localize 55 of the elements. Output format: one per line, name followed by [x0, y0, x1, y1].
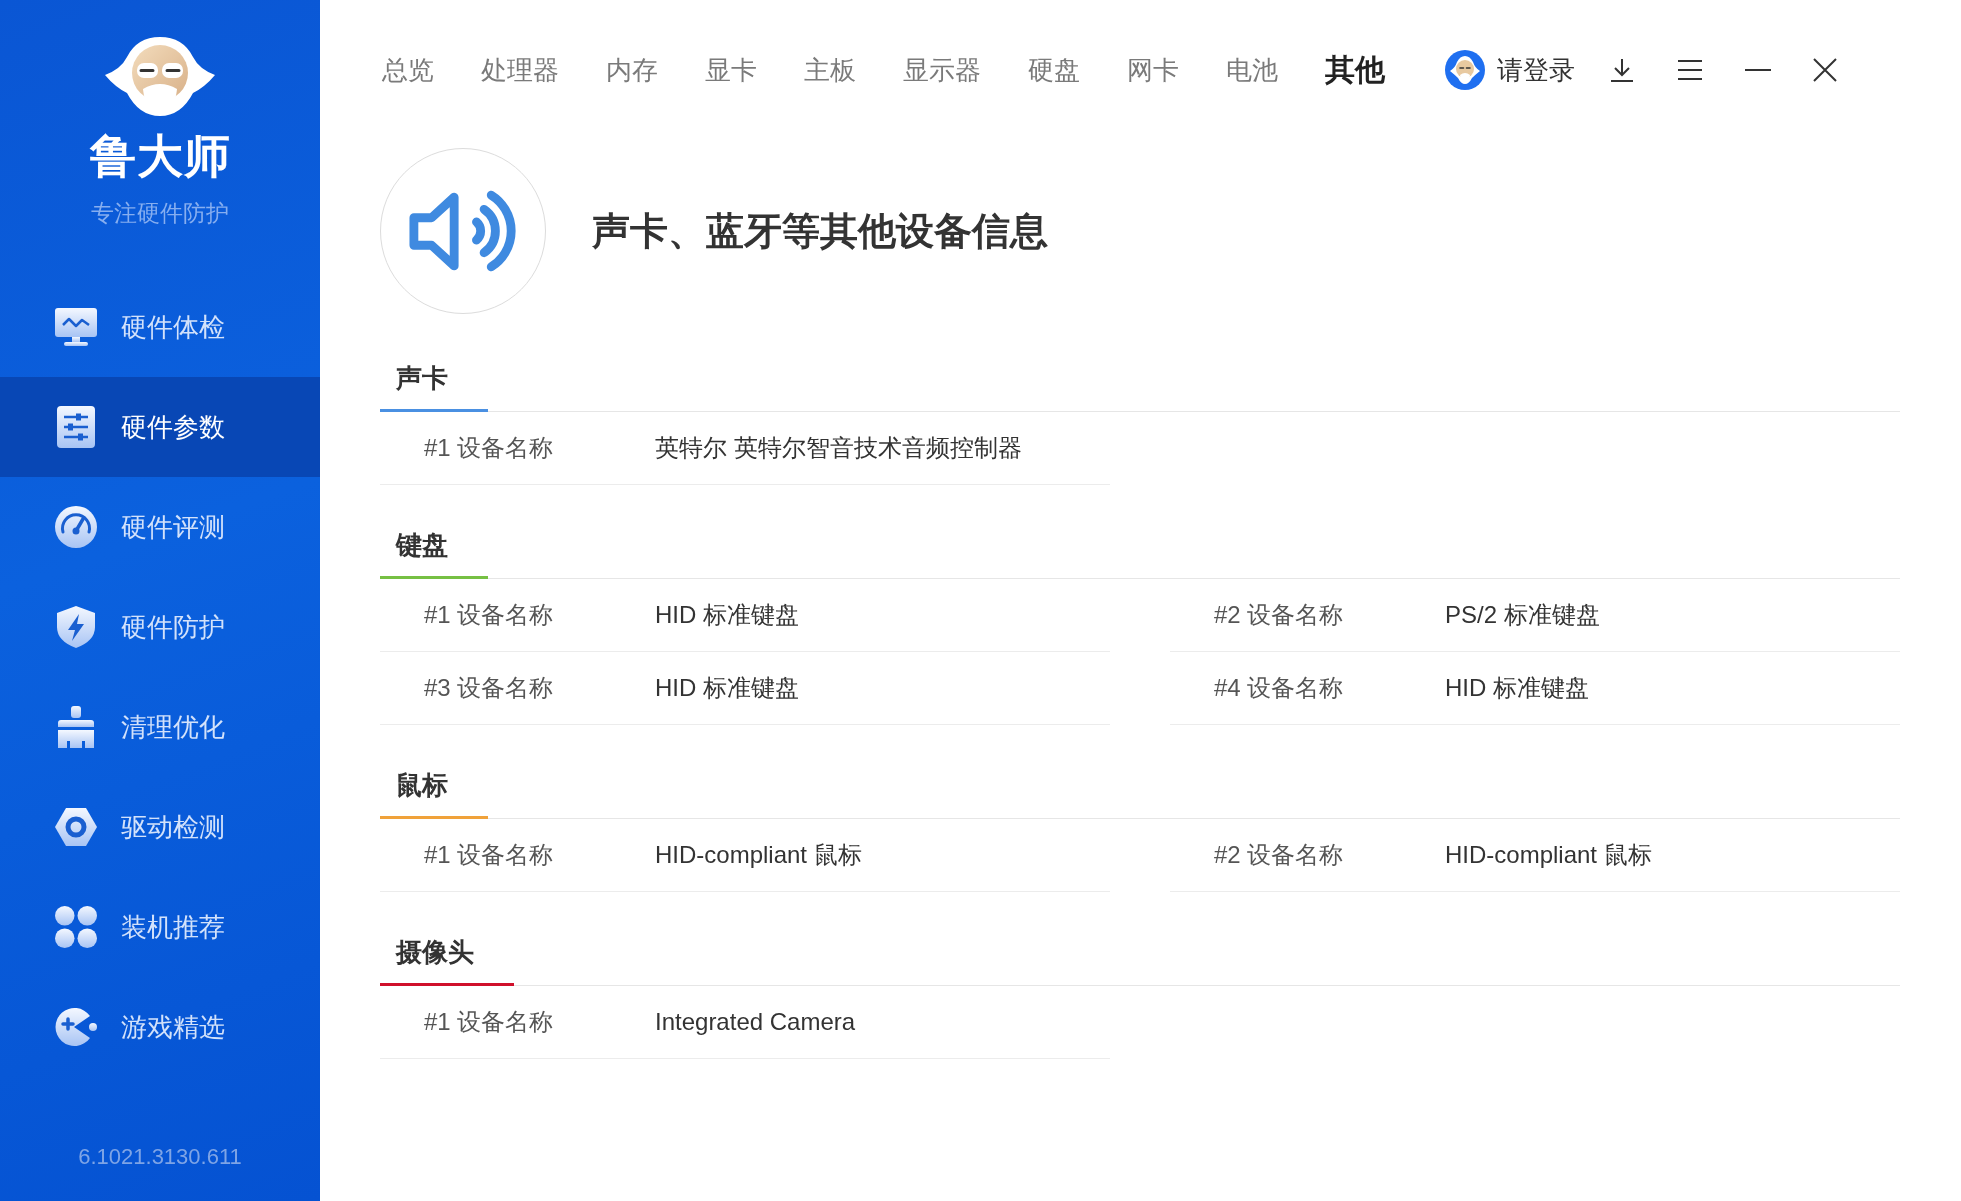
- nav-tab[interactable]: 网卡: [1127, 52, 1179, 88]
- monitor-icon: [54, 305, 98, 349]
- device-value: HID-compliant 鼠标: [655, 840, 862, 870]
- sidebar-item[interactable]: 装机推荐: [0, 877, 320, 977]
- page-title: 声卡、蓝牙等其他设备信息: [592, 208, 1048, 254]
- sidebar-item[interactable]: 清理优化: [0, 677, 320, 777]
- device-label: #1 设备名称: [424, 433, 555, 463]
- gauge-icon: [54, 505, 98, 549]
- section-title: 键盘: [394, 529, 449, 562]
- avatar-icon: [1445, 50, 1485, 90]
- sidebar-item[interactable]: 硬件评测: [0, 477, 320, 577]
- nav-tab[interactable]: 处理器: [481, 52, 559, 88]
- nav-tab[interactable]: 主板: [804, 52, 856, 88]
- menu-icon[interactable]: [1677, 57, 1703, 83]
- device-label: #1 设备名称: [424, 1007, 555, 1037]
- device-label: #2 设备名称: [1214, 600, 1345, 630]
- sidebar-item[interactable]: 硬件防护: [0, 577, 320, 677]
- section-title: 声卡: [395, 362, 449, 395]
- nav-tab[interactable]: 显卡: [705, 52, 757, 88]
- nav-tab[interactable]: 内存: [606, 52, 658, 88]
- nav-tab[interactable]: 电池: [1226, 52, 1278, 88]
- device-value: PS/2 标准键盘: [1445, 600, 1600, 630]
- download-icon[interactable]: [1609, 57, 1635, 83]
- nav-tab[interactable]: 硬盘: [1028, 52, 1080, 88]
- sidebar-item[interactable]: 硬件体检: [0, 277, 320, 377]
- device-label: #1 设备名称: [424, 600, 555, 630]
- shield-icon: [54, 605, 98, 649]
- nav-tab[interactable]: 显示器: [903, 52, 981, 88]
- sidebar-item[interactable]: 硬件参数: [0, 377, 320, 477]
- hex-nut-icon: [54, 805, 98, 849]
- device-label: #1 设备名称: [424, 840, 555, 870]
- device-label: #3 设备名称: [424, 673, 555, 703]
- sidebar-item[interactable]: 驱动检测: [0, 777, 320, 877]
- device-label: #4 设备名称: [1214, 673, 1345, 703]
- nav-tab[interactable]: 总览: [382, 52, 434, 88]
- device-label: #2 设备名称: [1214, 840, 1345, 870]
- device-value: HID 标准键盘: [1445, 673, 1589, 703]
- device-value: Integrated Camera: [655, 1008, 856, 1036]
- logo-text: 鲁大师: [89, 132, 231, 180]
- minimize-icon[interactable]: [1745, 68, 1771, 72]
- nav-tab[interactable]: 其他: [1325, 49, 1385, 91]
- slogan-text: 专注硬件防护: [91, 200, 229, 226]
- clover-icon: [54, 905, 98, 949]
- device-value: HID-compliant 鼠标: [1445, 840, 1652, 870]
- device-value: HID 标准键盘: [655, 673, 799, 703]
- device-value: 英特尔 英特尔智音技术音频控制器: [655, 433, 1022, 463]
- section-title: 摄像头: [394, 936, 475, 969]
- close-icon[interactable]: [1813, 58, 1837, 82]
- device-value: HID 标准键盘: [655, 600, 799, 630]
- sidebar-item[interactable]: 游戏精选: [0, 977, 320, 1077]
- login-button[interactable]: 请登录: [1445, 50, 1575, 90]
- section-title: 鼠标: [395, 769, 449, 802]
- pacman-icon: [54, 1005, 98, 1049]
- sliders-icon: [54, 405, 98, 449]
- version-text: 6.1021.3130.611: [78, 1145, 242, 1169]
